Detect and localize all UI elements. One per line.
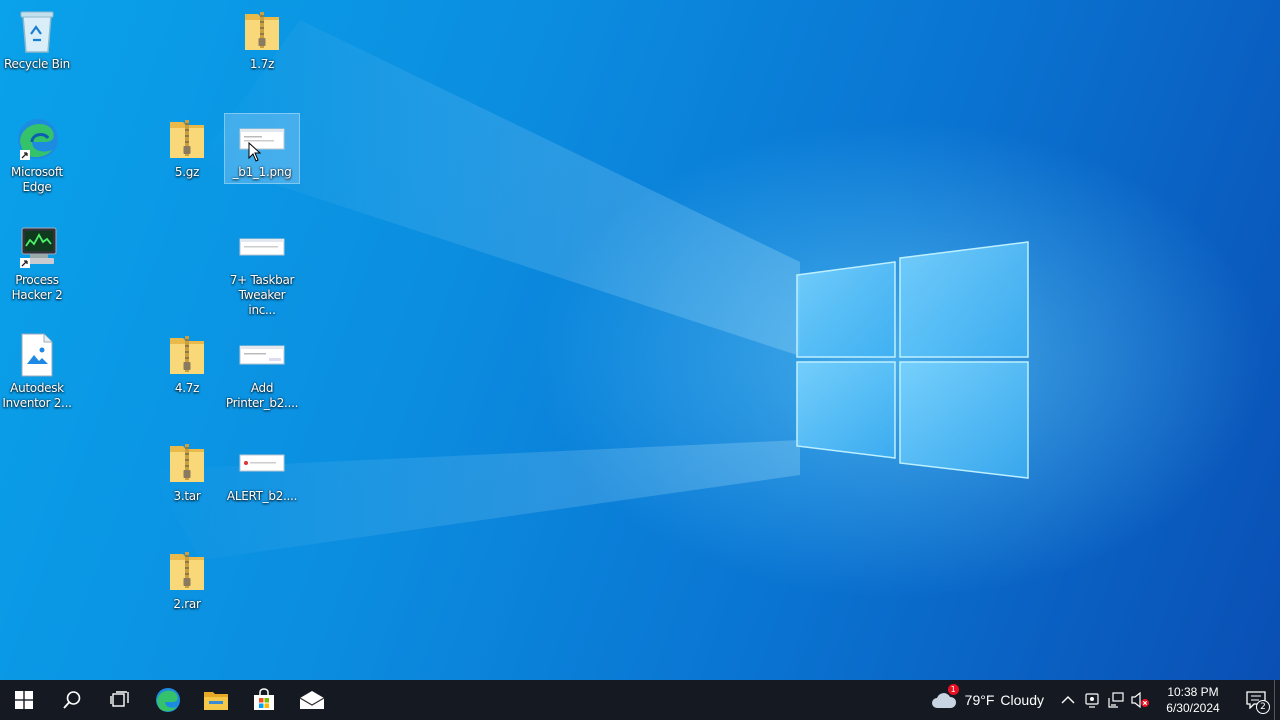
zip-folder-icon (163, 438, 211, 488)
icon-label: Autodesk Inventor 2... (2, 381, 72, 410)
action-center-button[interactable]: 2 (1238, 680, 1274, 720)
icon-label: 2.rar (173, 597, 201, 611)
taskbar-file-explorer-button[interactable] (192, 680, 240, 720)
icon-label: 7+ Taskbar Tweaker inc... (229, 273, 295, 317)
icon-label: Microsoft Edge (11, 165, 63, 194)
mouse-cursor-icon (248, 142, 262, 162)
desktop-icon-2-rar[interactable]: 2.rar (150, 546, 224, 612)
image-thumbnail-icon (238, 438, 286, 488)
task-view-button[interactable] (96, 680, 144, 720)
mail-icon (299, 691, 325, 709)
desktop-icon-edge[interactable]: Microsoft Edge (0, 114, 74, 195)
zip-folder-icon (163, 330, 211, 380)
desktop-icon-4-7z[interactable]: 4.7z (150, 330, 224, 396)
system-tray: 1 79°F Cloudy 10:38 PM 6/30/2024 2 (923, 680, 1280, 720)
search-button[interactable] (48, 680, 96, 720)
desktop-icon-add-printer[interactable]: Add Printer_b2.... (225, 330, 299, 411)
icon-label: Process Hacker 2 (11, 273, 63, 302)
network-button[interactable] (1104, 680, 1128, 720)
desktop-icon-5-gz[interactable]: 5.gz (150, 114, 224, 180)
icon-label: _b1_1.png (232, 165, 292, 179)
image-thumbnail-icon (238, 330, 286, 380)
icon-label: 4.7z (174, 381, 200, 395)
taskbar-mail-button[interactable] (288, 680, 336, 720)
notification-count: 2 (1256, 700, 1270, 714)
volume-button[interactable] (1128, 680, 1152, 720)
edge-icon (156, 688, 180, 712)
search-icon (63, 691, 81, 709)
desktop-icon-recycle-bin[interactable]: Recycle Bin (0, 6, 74, 72)
desktop-icon-autodesk[interactable]: Autodesk Inventor 2... (0, 330, 74, 411)
icon-label: 1.7z (249, 57, 275, 71)
meet-now-icon (1085, 693, 1099, 708)
image-thumbnail-icon (238, 114, 286, 164)
zip-folder-icon (163, 114, 211, 164)
zip-folder-icon (238, 6, 286, 56)
edge-icon (13, 114, 61, 164)
recycle-bin-icon (13, 6, 61, 56)
volume-muted-icon (1131, 692, 1149, 708)
taskbar-store-button[interactable] (240, 680, 288, 720)
icon-label: ALERT_b2.... (226, 489, 298, 503)
process-hacker-icon (13, 222, 61, 272)
clock-date: 6/30/2024 (1166, 701, 1220, 715)
zip-folder-icon (163, 546, 211, 596)
icon-label: 5.gz (174, 165, 200, 179)
taskbar: 1 79°F Cloudy 10:38 PM 6/30/2024 2 (0, 680, 1280, 720)
taskbar-edge-button[interactable] (144, 680, 192, 720)
show-desktop-button[interactable] (1274, 680, 1280, 720)
clock-time: 10:38 PM (1167, 685, 1219, 699)
cloud-icon: 1 (931, 684, 959, 710)
chevron-up-icon (1061, 696, 1075, 704)
weather-condition: Cloudy (1000, 692, 1044, 708)
desktop-icon-alert[interactable]: ALERT_b2.... (225, 438, 299, 504)
icon-label: Add Printer_b2.... (225, 381, 299, 410)
icon-label: Recycle Bin (4, 57, 70, 71)
clock[interactable]: 10:38 PM 6/30/2024 (1160, 684, 1226, 716)
store-icon (254, 688, 274, 710)
desktop[interactable]: Recycle Bin Microsoft Edge Process Hacke… (0, 0, 1280, 680)
weather-badge: 1 (947, 684, 959, 695)
desktop-icon-taskbar-tweaker[interactable]: 7+ Taskbar Tweaker inc... (225, 222, 299, 318)
desktop-icon-b1-png[interactable]: _b1_1.png (224, 113, 300, 184)
desktop-icon-1-7z[interactable]: 1.7z (225, 6, 299, 72)
task-view-icon (110, 691, 129, 707)
file-explorer-icon (204, 692, 228, 710)
desktop-icon-process-hacker[interactable]: Process Hacker 2 (0, 222, 74, 303)
image-thumbnail-icon (238, 222, 286, 272)
weather-widget[interactable]: 1 79°F Cloudy (923, 680, 1052, 720)
tray-app-button[interactable] (1080, 680, 1104, 720)
weather-temperature: 79°F (964, 692, 995, 708)
icon-label: 3.tar (173, 489, 201, 503)
image-file-icon (13, 330, 61, 380)
show-hidden-icons-button[interactable] (1056, 680, 1080, 720)
desktop-icon-3-tar[interactable]: 3.tar (150, 438, 224, 504)
windows-start-icon (15, 691, 33, 709)
network-icon (1108, 692, 1124, 708)
start-button[interactable] (0, 680, 48, 720)
